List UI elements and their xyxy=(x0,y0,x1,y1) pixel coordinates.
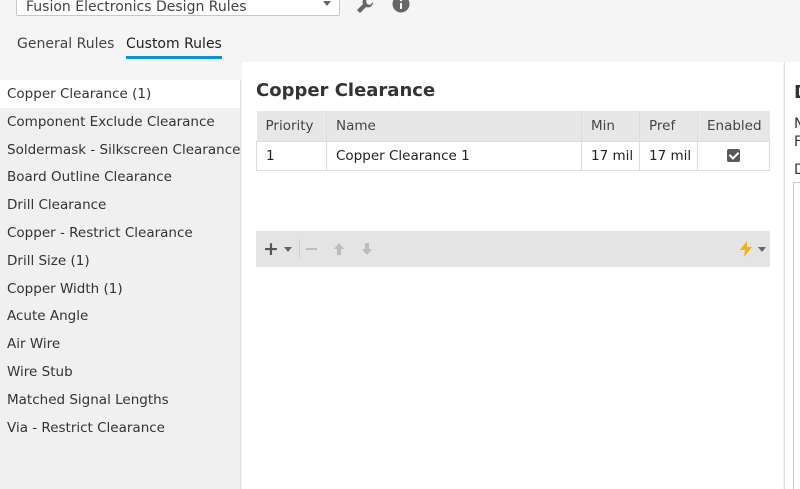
sidebar-item-via-restrict-clearance[interactable]: Via - Restrict Clearance xyxy=(0,414,240,442)
cell-min[interactable]: 17 mil xyxy=(581,140,640,171)
sidebar-item-acute-angle[interactable]: Acute Angle xyxy=(0,302,240,330)
table-row[interactable]: 1 Copper Clearance 1 17 mil 17 mil xyxy=(256,140,770,171)
sidebar-item-drill-size[interactable]: Drill Size (1) xyxy=(0,247,240,275)
tab-custom-rules[interactable]: Custom Rules xyxy=(126,36,222,59)
cell-enabled xyxy=(697,140,770,171)
active-tab-indicator xyxy=(126,56,222,59)
tab-general-rules[interactable]: General Rules xyxy=(17,36,114,52)
properties-label-2: F xyxy=(794,134,800,150)
sidebar-item-label: Drill Clearance xyxy=(7,197,107,214)
sidebar-item-label: Copper Width (1) xyxy=(7,280,123,297)
sidebar-item-label: Copper - Restrict Clearance xyxy=(7,224,193,241)
enabled-checkbox[interactable] xyxy=(727,149,740,162)
cell-name[interactable]: Copper Clearance 1 xyxy=(326,140,582,171)
sidebar-item-label: Acute Angle xyxy=(7,308,89,325)
tab-custom-label: Custom Rules xyxy=(126,36,222,52)
properties-label-1: N xyxy=(794,116,800,132)
sidebar-item-label: Wire Stub xyxy=(7,363,73,380)
ruleset-select[interactable]: Fusion Electronics Design Rules xyxy=(16,0,340,16)
sidebar-item-label: Air Wire xyxy=(7,336,61,353)
column-header-priority[interactable]: Priority xyxy=(256,111,327,141)
wrench-icon[interactable] xyxy=(354,0,376,20)
add-icon: + xyxy=(263,237,279,260)
remove-rule-button[interactable] xyxy=(306,231,317,267)
move-up-icon xyxy=(334,243,344,255)
sidebar-item-matched-signal-lengths[interactable]: Matched Signal Lengths xyxy=(0,386,240,414)
sidebar-item-label: Matched Signal Lengths xyxy=(7,391,169,408)
cell-pref[interactable]: 17 mil xyxy=(639,140,698,171)
sidebar-item-label: Via - Restrict Clearance xyxy=(7,419,165,436)
sidebar-item-component-exclude-clearance[interactable]: Component Exclude Clearance xyxy=(0,108,240,136)
table-header-row: Priority Name Min Pref Enabled xyxy=(256,111,770,141)
sidebar-item-label: Copper Clearance (1) xyxy=(7,86,152,102)
sidebar-item-label: Component Exclude Clearance xyxy=(7,113,215,130)
sidebar-item-label: Board Outline Clearance xyxy=(7,169,172,186)
sidebar-item-wire-stub[interactable]: Wire Stub xyxy=(0,358,240,386)
sidebar-item-copper-clearance[interactable]: Copper Clearance (1) xyxy=(0,80,240,108)
column-header-enabled[interactable]: Enabled xyxy=(697,111,770,141)
sidebar-item-label: Soldermask - Silkscreen Clearance xyxy=(7,141,241,158)
page-title: Copper Clearance xyxy=(256,80,436,101)
sidebar-item-label: Drill Size (1) xyxy=(7,252,90,269)
column-header-pref[interactable]: Pref xyxy=(639,111,698,141)
toolbar-divider xyxy=(299,239,300,259)
sidebar-item-copper-restrict-clearance[interactable]: Copper - Restrict Clearance xyxy=(0,219,240,247)
sidebar-item-copper-width[interactable]: Copper Width (1) xyxy=(0,275,240,303)
rules-table: Priority Name Min Pref Enabled 1 Copper … xyxy=(256,111,770,171)
properties-box[interactable] xyxy=(793,182,800,489)
cell-priority: 1 xyxy=(256,140,327,171)
rule-category-list: Copper Clearance (1) Component Exclude C… xyxy=(0,80,241,489)
rules-toolbar: + xyxy=(256,231,770,267)
column-header-min[interactable]: Min xyxy=(581,111,640,141)
tab-general-label: General Rules xyxy=(17,36,115,52)
move-up-button[interactable] xyxy=(333,231,345,267)
sidebar-item-soldermask-silkscreen-clearance[interactable]: Soldermask - Silkscreen Clearance xyxy=(0,136,240,164)
info-icon[interactable] xyxy=(391,0,411,18)
chevron-down-icon xyxy=(283,246,292,252)
add-rule-button[interactable]: + xyxy=(263,231,292,267)
sidebar-item-board-outline-clearance[interactable]: Board Outline Clearance xyxy=(0,163,240,191)
rule-properties-panel: D N F D xyxy=(784,62,800,489)
ruleset-select-value: Fusion Electronics Design Rules xyxy=(26,0,247,15)
top-bar: Fusion Electronics Design Rules xyxy=(0,0,800,32)
remove-icon xyxy=(306,248,317,250)
lightning-icon xyxy=(740,241,752,257)
properties-title: D xyxy=(794,82,800,103)
sidebar-item-air-wire[interactable]: Air Wire xyxy=(0,330,240,358)
column-header-name[interactable]: Name xyxy=(326,111,582,141)
chevron-down-icon xyxy=(758,246,766,252)
move-down-icon xyxy=(362,243,372,255)
sidebar-item-drill-clearance[interactable]: Drill Clearance xyxy=(0,191,240,219)
rule-detail-panel: Copper Clearance Priority Name Min Pref … xyxy=(242,62,783,489)
move-down-button[interactable] xyxy=(361,231,373,267)
properties-label-3: D xyxy=(794,162,800,178)
quick-actions-button[interactable] xyxy=(739,231,766,267)
chevron-down-icon xyxy=(323,1,331,6)
